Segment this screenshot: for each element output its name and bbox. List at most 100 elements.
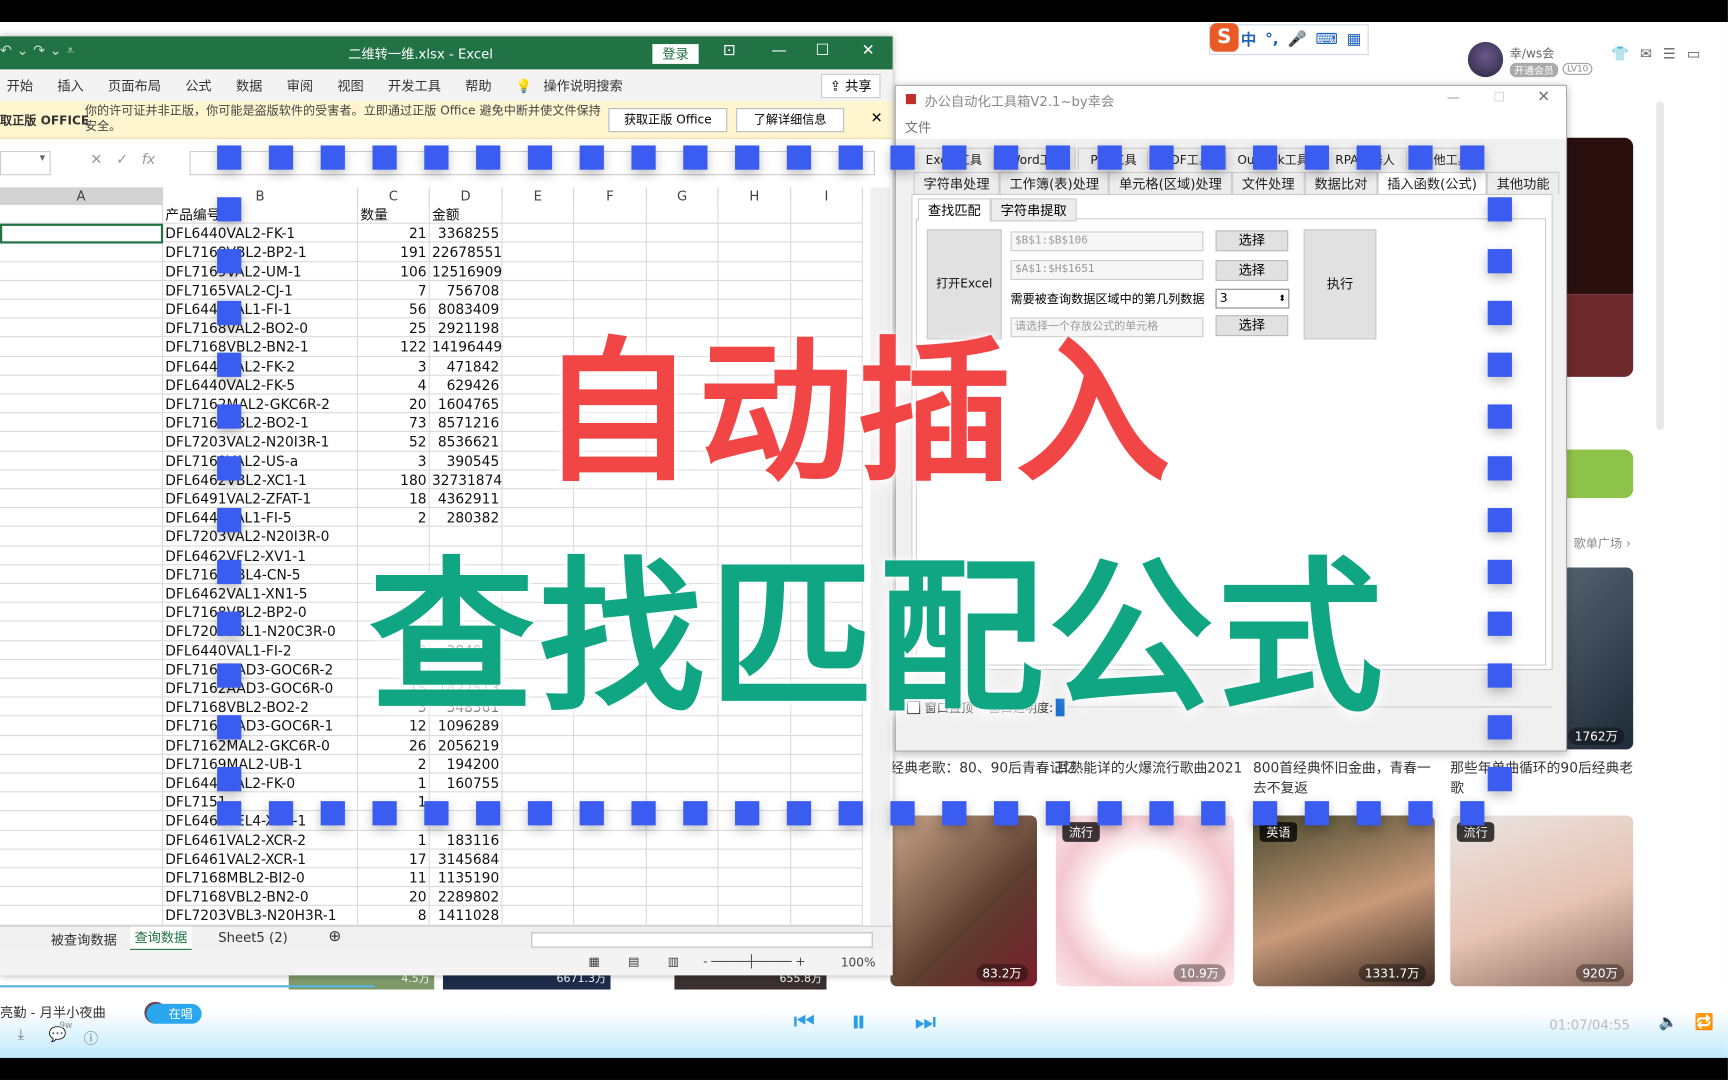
avatar[interactable] xyxy=(1467,41,1504,78)
username[interactable]: 幸/ws会 xyxy=(1510,44,1555,62)
cell-F[interactable] xyxy=(574,906,647,926)
cell-B[interactable]: DFL7162AAD3-GOC6R-1 xyxy=(163,716,359,736)
cell-B[interactable]: 产品编号 xyxy=(163,204,359,224)
cell-A[interactable] xyxy=(0,489,164,509)
cell-A[interactable] xyxy=(0,716,164,736)
cell-F[interactable] xyxy=(574,773,647,793)
cell-B[interactable]: DFL6440VAL2-FK-2 xyxy=(163,356,359,376)
promo-button[interactable] xyxy=(1564,449,1634,499)
share-button[interactable]: ⇪ 共享 xyxy=(820,73,881,99)
cell-B[interactable]: DFL7168VBL2-BO2-2 xyxy=(163,697,359,717)
cell-C[interactable]: 106 xyxy=(358,261,430,281)
menu-icon[interactable]: ☰ xyxy=(1663,46,1676,63)
cell-I[interactable] xyxy=(791,754,863,774)
cell-B[interactable]: DFL6440VAL2-FK-1 xyxy=(163,223,359,243)
formula-icons[interactable]: ✕ ✓ fx xyxy=(90,152,155,169)
now-playing-title[interactable]: 亮勤 - 月半小夜曲 xyxy=(0,1003,106,1022)
cell-G[interactable] xyxy=(646,887,719,907)
function-tab[interactable]: 工作簿(表)处理 xyxy=(999,171,1110,194)
cell-G[interactable] xyxy=(646,849,719,869)
select-range1-button[interactable]: 选择 xyxy=(1215,230,1289,252)
sheet-tab[interactable]: Sheet5 (2) xyxy=(218,930,288,945)
cell-I[interactable] xyxy=(791,204,863,224)
cell-H[interactable] xyxy=(718,906,792,926)
cell-A[interactable] xyxy=(0,811,164,831)
ribbon-display-icon[interactable]: ⊡ xyxy=(723,42,736,60)
cell-B[interactable]: DFL6491VAL2-ZFAT-1 xyxy=(163,489,359,509)
cell-A[interactable] xyxy=(0,299,164,319)
name-box[interactable]: ▾ xyxy=(0,150,51,176)
cell-H[interactable] xyxy=(718,204,792,224)
cell-B[interactable]: DFL7162AAD3-GOC6R-0 xyxy=(163,678,359,698)
pause-icon[interactable]: ⏸ xyxy=(851,1003,866,1040)
cell-H[interactable] xyxy=(718,887,792,907)
tab-review[interactable]: 审阅 xyxy=(287,76,313,95)
ime-toolbar[interactable]: S 中 °, 🎤 ⌨ ▦ xyxy=(1208,23,1369,56)
cell-A[interactable] xyxy=(0,621,164,641)
cell-A[interactable] xyxy=(0,830,164,850)
cell-B[interactable]: DFL7168MBL2-BI2-0 xyxy=(163,868,359,888)
function-tab[interactable]: 数据比对 xyxy=(1304,171,1378,194)
cell-D[interactable]: 183116 xyxy=(429,830,503,850)
banner[interactable] xyxy=(1564,137,1634,295)
column-header[interactable]: D xyxy=(430,187,503,205)
cell-A[interactable] xyxy=(0,887,164,907)
cell-C[interactable]: 8 xyxy=(358,906,430,926)
minimize-icon[interactable]: — xyxy=(1447,89,1460,104)
cell-B[interactable]: DFL6461VAL2-XCR-2 xyxy=(163,830,359,850)
cell-A[interactable] xyxy=(0,849,164,869)
previous-icon[interactable]: ⏮ xyxy=(793,1008,815,1036)
cell-E[interactable] xyxy=(502,830,575,850)
cell-F[interactable] xyxy=(574,830,647,850)
cell-D[interactable]: 1411028 xyxy=(429,906,503,926)
cell-B[interactable]: DFL6462VBL2-XC1-1 xyxy=(163,470,359,490)
download-icon[interactable]: ⤓ xyxy=(18,1027,24,1044)
cell-D[interactable]: 3145684 xyxy=(429,849,503,869)
cell-A[interactable] xyxy=(0,754,164,774)
cell-D[interactable]: 160755 xyxy=(429,773,503,793)
cell-E[interactable] xyxy=(502,906,575,926)
cell-A[interactable] xyxy=(0,697,164,717)
cell-A[interactable] xyxy=(0,337,164,357)
close-icon[interactable]: ✕ xyxy=(1537,88,1550,106)
cell-E[interactable] xyxy=(502,261,575,281)
cell-C[interactable]: 11 xyxy=(358,868,430,888)
cell-C[interactable]: 4 xyxy=(358,375,430,395)
cell-I[interactable] xyxy=(791,773,863,793)
sheet-tab-active[interactable]: 查询数据 xyxy=(130,926,192,952)
cell-G[interactable] xyxy=(646,830,719,850)
cell-D[interactable]: 12516909 xyxy=(429,261,503,281)
cell-B[interactable]: DFL7169VAL2-UM-1 xyxy=(163,261,359,281)
tab-help[interactable]: 帮助 xyxy=(465,76,491,95)
cell-B[interactable]: DFL7162MAL2-GKC6R-0 xyxy=(163,735,359,755)
cell-C[interactable]: 3 xyxy=(358,451,430,471)
cell-D[interactable]: 194200 xyxy=(429,754,503,774)
cell-B[interactable]: DFL6462VFL2-XV1-1 xyxy=(163,546,359,566)
cell-B[interactable]: DFL7165VAL2-CJ-1 xyxy=(163,280,359,300)
column-header[interactable]: A xyxy=(0,187,164,205)
cell-D[interactable]: 金额 xyxy=(429,204,503,224)
tab-home[interactable]: 开始 xyxy=(7,76,33,95)
close-warning-icon[interactable]: ✕ xyxy=(871,110,883,127)
card-title[interactable]: 800首经典怀旧金曲，青春一去不复返 xyxy=(1253,758,1440,798)
select-range2-button[interactable]: 选择 xyxy=(1215,260,1289,282)
learn-more-button[interactable]: 了解详细信息 xyxy=(736,107,845,133)
cell-I[interactable] xyxy=(791,849,863,869)
cell-D[interactable]: 3368255 xyxy=(429,223,503,243)
horizontal-scrollbar[interactable] xyxy=(531,932,873,948)
cell-B[interactable]: DFL6440VAL1-FI-2 xyxy=(163,640,359,660)
cell-G[interactable] xyxy=(646,906,719,926)
execute-button[interactable]: 执行 xyxy=(1303,229,1377,340)
cell-B[interactable]: DFL7203VBL3-N20H3R-1 xyxy=(163,906,359,926)
cell-F[interactable] xyxy=(574,849,647,869)
cell-I[interactable] xyxy=(791,906,863,926)
card-title[interactable]: 那些年单曲循环的90后经典老歌 xyxy=(1450,758,1637,798)
cell-A[interactable] xyxy=(0,546,164,566)
page-layout-icon[interactable]: ▤ xyxy=(628,954,639,968)
cell-B[interactable]: DFL7165VBL4-CN-5 xyxy=(163,565,359,585)
cell-I[interactable] xyxy=(791,887,863,907)
cell-A[interactable] xyxy=(0,735,164,755)
cell-C[interactable]: 56 xyxy=(358,299,430,319)
cell-H[interactable] xyxy=(718,754,792,774)
cell-C[interactable]: 21 xyxy=(358,223,430,243)
